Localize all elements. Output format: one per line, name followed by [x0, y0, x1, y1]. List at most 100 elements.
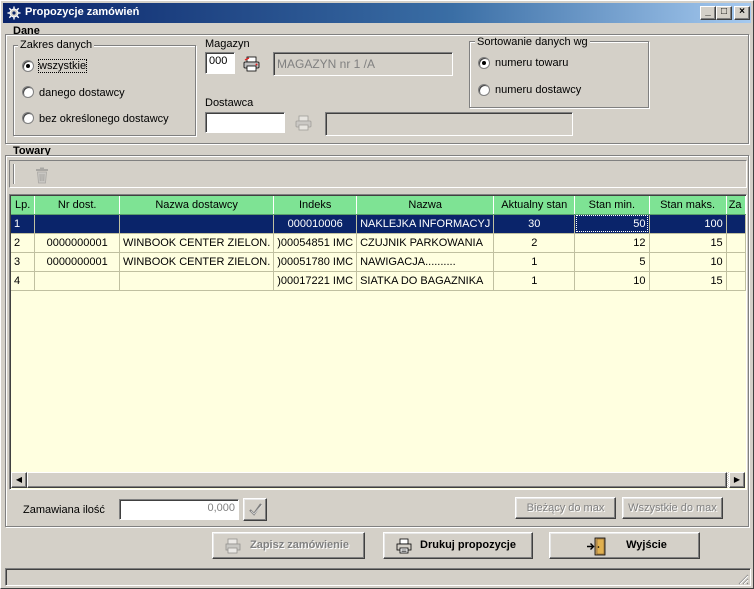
- printer-icon: [396, 538, 412, 554]
- cell-indeks[interactable]: )00051780 IMC: [273, 252, 358, 272]
- cell-stan-min[interactable]: 10: [574, 271, 650, 291]
- cell-indeks[interactable]: 000010006: [273, 214, 358, 234]
- printer-lookup-icon[interactable]: [243, 56, 261, 72]
- radio-danego-dostawcy-label[interactable]: danego dostawcy: [39, 87, 125, 99]
- maximize-button[interactable]: □: [716, 6, 732, 20]
- zamawiana-ilosc-label: Zamawiana ilość: [23, 504, 105, 516]
- dostawca-code-field[interactable]: [205, 112, 285, 133]
- magazyn-label: Magazyn: [205, 38, 250, 50]
- status-bar: [5, 568, 751, 586]
- confirm-quantity-button[interactable]: [243, 498, 267, 521]
- cell-indeks[interactable]: )00017221 IMC: [273, 271, 358, 291]
- dostawca-name-field: [325, 112, 573, 136]
- col-header-nr-dost[interactable]: Nr dost.: [34, 196, 120, 215]
- exit-door-icon: [587, 537, 606, 556]
- cell-aktualny-stan[interactable]: 1: [493, 271, 576, 291]
- cell-nr-dost[interactable]: 0000000001: [34, 252, 120, 272]
- table-row[interactable]: 4 )00017221 IMC SIATKA DO BAGAZNIKA 1 10…: [11, 271, 746, 291]
- radio-bez-dostawcy[interactable]: [22, 112, 34, 124]
- radio-wszystkie[interactable]: [22, 60, 34, 72]
- cell-stan-min[interactable]: 12: [574, 233, 650, 253]
- cell-lp[interactable]: 4: [11, 271, 36, 291]
- radio-numeru-towaru[interactable]: [478, 57, 490, 69]
- zamawiana-ilosc-field[interactable]: 0,000: [119, 499, 239, 520]
- col-header-aktualny-stan[interactable]: Aktualny stan: [493, 196, 576, 215]
- cell-nazwa-dostawcy[interactable]: WINBOOK CENTER ZIELON.: [119, 252, 275, 272]
- scroll-right-button[interactable]: ▶: [729, 472, 745, 488]
- magazyn-code-field[interactable]: 000: [205, 52, 235, 74]
- cell-za[interactable]: [726, 252, 746, 272]
- printer-lookup-icon[interactable]: [295, 115, 313, 131]
- sortowanie-label: Sortowanie danych wg: [475, 36, 590, 48]
- col-header-stan-maks[interactable]: Stan maks.: [649, 196, 727, 215]
- title-bar[interactable]: Propozycje zamówień _ □ ×: [3, 3, 751, 23]
- cell-aktualny-stan[interactable]: 1: [493, 252, 576, 272]
- print-proposals-button[interactable]: Drukuj propozycje: [383, 532, 533, 559]
- cell-nr-dost[interactable]: 0000000001: [34, 233, 120, 253]
- table-row[interactable]: 2 0000000001 WINBOOK CENTER ZIELON. )000…: [11, 233, 746, 253]
- minimize-button[interactable]: _: [700, 6, 716, 20]
- cell-stan-min[interactable]: 50: [574, 214, 650, 234]
- cell-stan-maks[interactable]: 10: [649, 252, 727, 272]
- col-header-lp[interactable]: Lp.: [11, 196, 36, 215]
- cell-nazwa[interactable]: SIATKA DO BAGAZNIKA: [356, 271, 495, 291]
- radio-bez-dostawcy-label[interactable]: bez określonego dostawcy: [39, 113, 169, 125]
- scroll-thumb[interactable]: [27, 472, 727, 488]
- resize-grip-icon[interactable]: [737, 573, 749, 585]
- cell-nazwa[interactable]: NAWIGACJA..........: [356, 252, 495, 272]
- radio-numeru-dostawcy-label[interactable]: numeru dostawcy: [495, 84, 581, 96]
- app-gear-icon: [7, 6, 21, 20]
- save-order-icon: [225, 538, 241, 554]
- col-header-nazwa-dostawcy[interactable]: Nazwa dostawcy: [119, 196, 275, 215]
- cell-nazwa[interactable]: NAKLEJKA INFORMACYJ: [356, 214, 495, 234]
- horizontal-scrollbar[interactable]: ◀ ▶: [11, 472, 745, 488]
- cell-za[interactable]: [726, 214, 746, 234]
- main-window: Propozycje zamówień _ □ × Dane Zakres da…: [0, 0, 754, 589]
- towary-table: Lp. Nr dost. Nazwa dostawcy Indeks Nazwa…: [11, 196, 746, 291]
- scroll-left-button[interactable]: ◀: [11, 472, 27, 488]
- cell-aktualny-stan[interactable]: 2: [493, 233, 576, 253]
- wszystkie-do-max-button[interactable]: Wszystkie do max: [622, 497, 723, 519]
- cell-nr-dost[interactable]: [34, 271, 120, 291]
- trash-icon[interactable]: [34, 167, 50, 184]
- exit-label: Wyjście: [626, 539, 667, 551]
- close-button[interactable]: ×: [734, 6, 750, 20]
- cell-za[interactable]: [726, 271, 746, 291]
- biezacy-do-max-button[interactable]: Bieżący do max: [515, 497, 616, 519]
- cell-stan-min[interactable]: 5: [574, 252, 650, 272]
- cell-nazwa-dostawcy[interactable]: WINBOOK CENTER ZIELON.: [119, 233, 275, 253]
- table-row[interactable]: 3 0000000001 WINBOOK CENTER ZIELON. )000…: [11, 252, 746, 272]
- toolbar-grip: [13, 164, 15, 184]
- cell-lp[interactable]: 1: [11, 214, 36, 234]
- cell-lp[interactable]: 3: [11, 252, 36, 272]
- radio-wszystkie-label[interactable]: wszystkie: [37, 59, 88, 73]
- sortowanie-group: [469, 41, 649, 108]
- table-row[interactable]: 1 000010006 NAKLEJKA INFORMACYJ 30 50 10…: [11, 214, 746, 234]
- radio-numeru-dostawcy[interactable]: [478, 84, 490, 96]
- window-title: Propozycje zamówień: [25, 6, 140, 18]
- save-order-label: Zapisz zamówienie: [249, 539, 350, 551]
- cell-stan-maks[interactable]: 15: [649, 233, 727, 253]
- cell-nr-dost[interactable]: [34, 214, 120, 234]
- cell-stan-maks[interactable]: 15: [649, 271, 727, 291]
- cell-nazwa-dostawcy[interactable]: [119, 214, 275, 234]
- cell-stan-maks[interactable]: 100: [649, 214, 727, 234]
- cell-indeks[interactable]: )00054851 IMC: [273, 233, 358, 253]
- checkmark-icon: [249, 503, 263, 516]
- col-header-stan-min[interactable]: Stan min.: [574, 196, 650, 215]
- cell-aktualny-stan[interactable]: 30: [493, 214, 576, 234]
- cell-nazwa-dostawcy[interactable]: [119, 271, 275, 291]
- radio-numeru-towaru-label[interactable]: numeru towaru: [495, 57, 568, 69]
- col-header-indeks[interactable]: Indeks: [273, 196, 358, 215]
- cell-za[interactable]: [726, 233, 746, 253]
- cell-nazwa[interactable]: CZUJNIK PARKOWANIA: [356, 233, 495, 253]
- towary-grid[interactable]: Lp. Nr dost. Nazwa dostawcy Indeks Nazwa…: [9, 194, 747, 490]
- save-order-button[interactable]: Zapisz zamówienie: [212, 532, 365, 559]
- zakres-danych-label: Zakres danych: [18, 39, 95, 51]
- radio-danego-dostawcy[interactable]: [22, 86, 34, 98]
- cell-lp[interactable]: 2: [11, 233, 36, 253]
- exit-button[interactable]: Wyjście: [549, 532, 700, 559]
- towary-toolbar: [9, 160, 747, 188]
- col-header-za[interactable]: Za: [726, 196, 746, 215]
- col-header-nazwa[interactable]: Nazwa: [356, 196, 495, 215]
